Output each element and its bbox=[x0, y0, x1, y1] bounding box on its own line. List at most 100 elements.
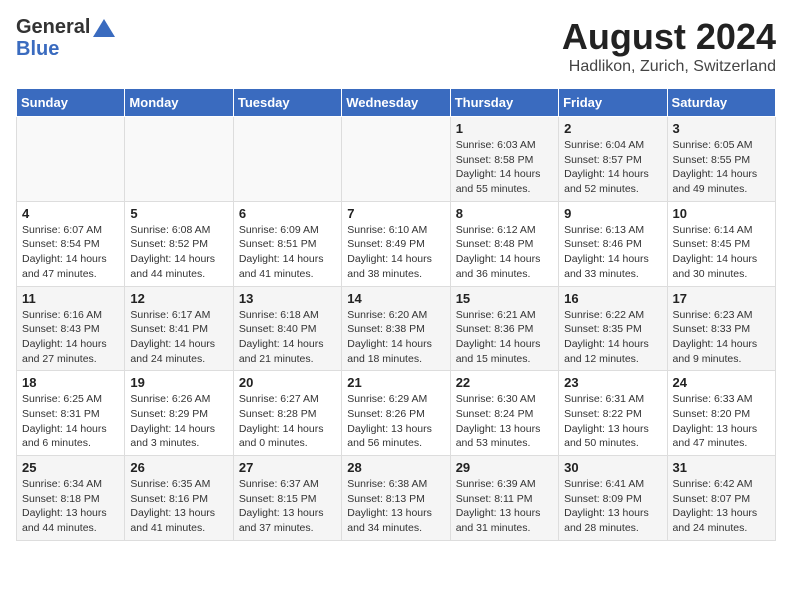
main-title: August 2024 bbox=[562, 16, 776, 58]
day-detail: Sunrise: 6:13 AM Sunset: 8:46 PM Dayligh… bbox=[564, 223, 661, 282]
day-of-week-header: Friday bbox=[559, 89, 667, 117]
calendar-day-cell: 27 Sunrise: 6:37 AM Sunset: 8:15 PM Dayli… bbox=[233, 456, 341, 541]
day-number: 6 bbox=[239, 206, 336, 221]
day-detail: Sunrise: 6:35 AM Sunset: 8:16 PM Dayligh… bbox=[130, 477, 227, 536]
day-detail: Sunrise: 6:38 AM Sunset: 8:13 PM Dayligh… bbox=[347, 477, 444, 536]
day-of-week-header: Wednesday bbox=[342, 89, 450, 117]
calendar-day-cell: 25 Sunrise: 6:34 AM Sunset: 8:18 PM Dayli… bbox=[17, 456, 125, 541]
day-detail: Sunrise: 6:21 AM Sunset: 8:36 PM Dayligh… bbox=[456, 308, 553, 367]
day-detail: Sunrise: 6:16 AM Sunset: 8:43 PM Dayligh… bbox=[22, 308, 119, 367]
day-detail: Sunrise: 6:10 AM Sunset: 8:49 PM Dayligh… bbox=[347, 223, 444, 282]
day-of-week-header: Tuesday bbox=[233, 89, 341, 117]
day-number: 11 bbox=[22, 291, 119, 306]
day-detail: Sunrise: 6:42 AM Sunset: 8:07 PM Dayligh… bbox=[673, 477, 770, 536]
calendar-week-row: 18 Sunrise: 6:25 AM Sunset: 8:31 PM Dayli… bbox=[17, 371, 776, 456]
calendar-day-cell: 23Sunrise: 6:31 AM Sunset: 8:22 PM Dayli… bbox=[559, 371, 667, 456]
calendar-day-cell: 29Sunrise: 6:39 AM Sunset: 8:11 PM Dayli… bbox=[450, 456, 558, 541]
day-number: 27 bbox=[239, 460, 336, 475]
day-detail: Sunrise: 6:25 AM Sunset: 8:31 PM Dayligh… bbox=[22, 392, 119, 451]
day-number: 28 bbox=[347, 460, 444, 475]
day-number: 19 bbox=[130, 375, 227, 390]
day-number: 25 bbox=[22, 460, 119, 475]
day-number: 20 bbox=[239, 375, 336, 390]
day-number: 26 bbox=[130, 460, 227, 475]
day-detail: Sunrise: 6:08 AM Sunset: 8:52 PM Dayligh… bbox=[130, 223, 227, 282]
day-detail: Sunrise: 6:27 AM Sunset: 8:28 PM Dayligh… bbox=[239, 392, 336, 451]
day-detail: Sunrise: 6:39 AM Sunset: 8:11 PM Dayligh… bbox=[456, 477, 553, 536]
calendar-day-cell: 12Sunrise: 6:17 AM Sunset: 8:41 PM Dayli… bbox=[125, 286, 233, 371]
day-detail: Sunrise: 6:07 AM Sunset: 8:54 PM Dayligh… bbox=[22, 223, 119, 282]
day-number: 18 bbox=[22, 375, 119, 390]
day-detail: Sunrise: 6:03 AM Sunset: 8:58 PM Dayligh… bbox=[456, 138, 553, 197]
calendar-day-cell: 14 Sunrise: 6:20 AM Sunset: 8:38 PM Dayli… bbox=[342, 286, 450, 371]
calendar-week-row: 1 Sunrise: 6:03 AM Sunset: 8:58 PM Daylig… bbox=[17, 117, 776, 202]
calendar-day-cell: 8 Sunrise: 6:12 AM Sunset: 8:48 PM Daylig… bbox=[450, 201, 558, 286]
day-detail: Sunrise: 6:26 AM Sunset: 8:29 PM Dayligh… bbox=[130, 392, 227, 451]
calendar-day-cell: 3 Sunrise: 6:05 AM Sunset: 8:55 PM Daylig… bbox=[667, 117, 775, 202]
day-detail: Sunrise: 6:29 AM Sunset: 8:26 PM Dayligh… bbox=[347, 392, 444, 451]
day-number: 1 bbox=[456, 121, 553, 136]
calendar-day-cell: 5Sunrise: 6:08 AM Sunset: 8:52 PM Daylig… bbox=[125, 201, 233, 286]
day-detail: Sunrise: 6:34 AM Sunset: 8:18 PM Dayligh… bbox=[22, 477, 119, 536]
subtitle: Hadlikon, Zurich, Switzerland bbox=[562, 58, 776, 76]
day-number: 17 bbox=[673, 291, 770, 306]
calendar-day-cell: 17 Sunrise: 6:23 AM Sunset: 8:33 PM Dayli… bbox=[667, 286, 775, 371]
day-detail: Sunrise: 6:05 AM Sunset: 8:55 PM Dayligh… bbox=[673, 138, 770, 197]
day-number: 8 bbox=[456, 206, 553, 221]
calendar-day-cell bbox=[125, 117, 233, 202]
calendar-day-cell: 6Sunrise: 6:09 AM Sunset: 8:51 PM Daylig… bbox=[233, 201, 341, 286]
calendar-day-cell bbox=[17, 117, 125, 202]
calendar-day-cell: 19 Sunrise: 6:26 AM Sunset: 8:29 PM Dayli… bbox=[125, 371, 233, 456]
day-number: 22 bbox=[456, 375, 553, 390]
calendar-day-cell: 9 Sunrise: 6:13 AM Sunset: 8:46 PM Daylig… bbox=[559, 201, 667, 286]
day-detail: Sunrise: 6:18 AM Sunset: 8:40 PM Dayligh… bbox=[239, 308, 336, 367]
day-number: 9 bbox=[564, 206, 661, 221]
day-detail: Sunrise: 6:22 AM Sunset: 8:35 PM Dayligh… bbox=[564, 308, 661, 367]
day-number: 30 bbox=[564, 460, 661, 475]
day-detail: Sunrise: 6:30 AM Sunset: 8:24 PM Dayligh… bbox=[456, 392, 553, 451]
day-number: 31 bbox=[673, 460, 770, 475]
calendar-table: SundayMondayTuesdayWednesdayThursdayFrid… bbox=[16, 88, 776, 541]
day-detail: Sunrise: 6:33 AM Sunset: 8:20 PM Dayligh… bbox=[673, 392, 770, 451]
day-of-week-header: Thursday bbox=[450, 89, 558, 117]
day-detail: Sunrise: 6:20 AM Sunset: 8:38 PM Dayligh… bbox=[347, 308, 444, 367]
day-detail: Sunrise: 6:37 AM Sunset: 8:15 PM Dayligh… bbox=[239, 477, 336, 536]
calendar-week-row: 25 Sunrise: 6:34 AM Sunset: 8:18 PM Dayli… bbox=[17, 456, 776, 541]
day-number: 14 bbox=[347, 291, 444, 306]
calendar-day-cell: 1 Sunrise: 6:03 AM Sunset: 8:58 PM Daylig… bbox=[450, 117, 558, 202]
logo-blue-text: Blue bbox=[16, 38, 115, 60]
day-detail: Sunrise: 6:04 AM Sunset: 8:57 PM Dayligh… bbox=[564, 138, 661, 197]
calendar-day-cell: 4 Sunrise: 6:07 AM Sunset: 8:54 PM Daylig… bbox=[17, 201, 125, 286]
calendar-day-cell: 18 Sunrise: 6:25 AM Sunset: 8:31 PM Dayli… bbox=[17, 371, 125, 456]
day-detail: Sunrise: 6:14 AM Sunset: 8:45 PM Dayligh… bbox=[673, 223, 770, 282]
day-number: 4 bbox=[22, 206, 119, 221]
calendar-day-cell: 22 Sunrise: 6:30 AM Sunset: 8:24 PM Dayli… bbox=[450, 371, 558, 456]
day-number: 23 bbox=[564, 375, 661, 390]
day-number: 3 bbox=[673, 121, 770, 136]
calendar-day-cell: 26 Sunrise: 6:35 AM Sunset: 8:16 PM Dayli… bbox=[125, 456, 233, 541]
calendar-day-cell bbox=[233, 117, 341, 202]
calendar-header-row: SundayMondayTuesdayWednesdayThursdayFrid… bbox=[17, 89, 776, 117]
calendar-day-cell: 2Sunrise: 6:04 AM Sunset: 8:57 PM Daylig… bbox=[559, 117, 667, 202]
calendar-day-cell: 24 Sunrise: 6:33 AM Sunset: 8:20 PM Dayli… bbox=[667, 371, 775, 456]
day-number: 12 bbox=[130, 291, 227, 306]
calendar-day-cell: 30Sunrise: 6:41 AM Sunset: 8:09 PM Dayli… bbox=[559, 456, 667, 541]
day-detail: Sunrise: 6:23 AM Sunset: 8:33 PM Dayligh… bbox=[673, 308, 770, 367]
calendar-day-cell: 20 Sunrise: 6:27 AM Sunset: 8:28 PM Dayli… bbox=[233, 371, 341, 456]
day-number: 7 bbox=[347, 206, 444, 221]
header: General Blue August 2024 Hadlikon, Zuric… bbox=[16, 16, 776, 76]
day-number: 24 bbox=[673, 375, 770, 390]
day-of-week-header: Monday bbox=[125, 89, 233, 117]
calendar-week-row: 4 Sunrise: 6:07 AM Sunset: 8:54 PM Daylig… bbox=[17, 201, 776, 286]
logo: General Blue bbox=[16, 16, 115, 60]
day-number: 10 bbox=[673, 206, 770, 221]
logo-triangle-icon bbox=[93, 19, 115, 37]
calendar-day-cell: 7 Sunrise: 6:10 AM Sunset: 8:49 PM Daylig… bbox=[342, 201, 450, 286]
title-area: August 2024 Hadlikon, Zurich, Switzerlan… bbox=[562, 16, 776, 76]
day-number: 16 bbox=[564, 291, 661, 306]
day-number: 21 bbox=[347, 375, 444, 390]
calendar-day-cell: 28 Sunrise: 6:38 AM Sunset: 8:13 PM Dayli… bbox=[342, 456, 450, 541]
day-detail: Sunrise: 6:12 AM Sunset: 8:48 PM Dayligh… bbox=[456, 223, 553, 282]
day-number: 13 bbox=[239, 291, 336, 306]
day-number: 15 bbox=[456, 291, 553, 306]
